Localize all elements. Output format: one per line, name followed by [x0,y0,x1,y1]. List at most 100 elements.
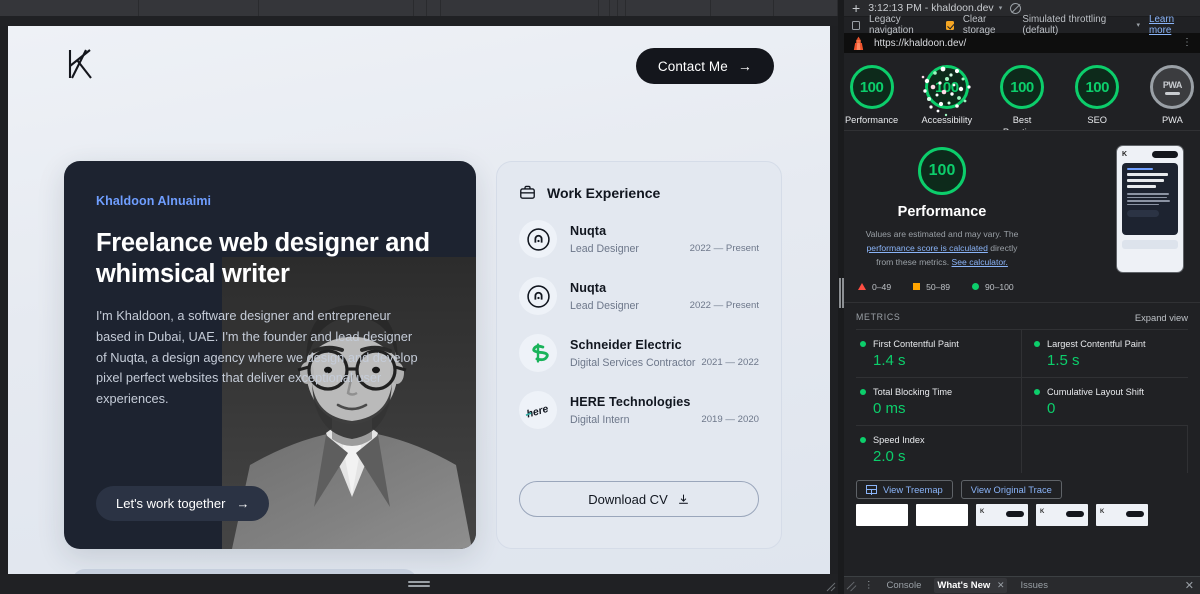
schneider-logo [519,334,557,372]
filmstrip-frame[interactable]: K [976,503,1028,526]
job-role: Lead Designer [570,299,639,312]
square-icon [913,283,921,291]
performance-score-calculated-link[interactable]: performance score is calculated [867,243,988,253]
drawer-tab-whats-new[interactable]: What's New ✕ [934,578,1008,593]
score-gauges: 100 Performance 100 Accessibility 100 Be… [844,53,1200,131]
clear-storage-checkbox[interactable] [945,20,954,30]
legend-average: 50–89 [913,282,950,292]
metric-speed-index[interactable]: Speed Index 2.0 s [856,424,1022,473]
briefcase-icon [520,185,535,199]
gauge-performance[interactable]: 100 Performance [844,65,899,127]
job-company: Schneider Electric [570,337,682,352]
metrics-title: METRICS [856,312,901,323]
gauge-score: 100 [924,65,969,109]
triangle-icon [858,283,866,291]
gauge-label: SEO [1087,115,1108,125]
page-viewport: Contact Me → Khaldoon Alnuaimi Freelance… [8,26,830,574]
svg-text:here: here [525,403,550,421]
new-report-button[interactable]: + [852,1,860,15]
download-cv-button[interactable]: Download CV [519,481,759,517]
drawer-menu-icon[interactable]: ⋮ [864,581,874,590]
status-dot-pass [860,436,866,443]
gauge-label: Accessibility [921,115,973,125]
performance-score-ring: 100 [918,147,966,195]
job-company: Nuqta [570,280,607,295]
expand-view-button[interactable]: Expand view [1135,312,1188,323]
gauge-best-practices[interactable]: 100 Best Practices [994,65,1049,130]
browser-toolbar [0,0,839,16]
see-calculator-link[interactable]: See calculator. [952,257,1008,267]
job-row-nuqta-2[interactable]: Nuqta Lead Designer 2022 — Present [519,277,759,315]
screenshot-filmstrip: K K K [844,499,1200,526]
job-dates: 2022 — Present [689,243,759,254]
close-icon[interactable]: ✕ [997,580,1005,590]
metric-placeholder [1022,424,1188,473]
job-dates: 2019 — 2020 [701,414,759,425]
drawer-close-icon[interactable]: ✕ [1185,579,1194,592]
hero-body-text: I'm Khaldoon, a software designer and en… [96,308,418,407]
metric-largest-contentful-paint[interactable]: Largest Contentful Paint 1.5 s [1022,328,1188,377]
metric-first-contentful-paint[interactable]: First Contentful Paint 1.4 s [856,328,1022,377]
metric-cumulative-layout-shift[interactable]: Cumulative Layout Shift 0 [1022,376,1188,425]
browser-viewport-pane: Contact Me → Khaldoon Alnuaimi Freelance… [0,0,839,594]
metrics-grid: First Contentful Paint 1.4 s Largest Con… [844,328,1200,473]
final-screenshot-preview: K [1116,145,1184,273]
job-company: Nuqta [570,223,607,238]
filmstrip-frame[interactable]: K [1036,503,1088,526]
filmstrip-frame[interactable] [916,503,968,526]
view-original-trace-label: View Original Trace [970,483,1052,495]
report-tab[interactable]: 3:12:13 PM - khaldoon.dev ▾ [868,2,1002,14]
preview-contact-button [1152,151,1178,158]
hero-cta-label: Let's work together [116,496,226,511]
preview-hero-card [1122,163,1178,235]
metric-value: 0 ms [873,399,906,417]
view-original-trace-button[interactable]: View Original Trace [960,479,1062,499]
overflow-menu-icon[interactable]: ⋮ [1182,38,1192,48]
nuqta-logo [519,277,557,315]
drawer-tab-issues[interactable]: Issues [1017,578,1050,593]
work-experience-title: Work Experience [547,184,661,201]
filmstrip-frame[interactable] [856,503,908,526]
audited-url: https://khaldoon.dev/ [874,37,967,49]
drawer-resize-handle[interactable] [846,581,857,592]
performance-summary: 100 Performance Values are estimated and… [844,131,1200,303]
legend-average-range: 50–89 [926,281,951,292]
job-company: HERE Technologies [570,394,691,409]
gauge-pwa[interactable]: PWA PWA [1145,65,1200,127]
preview-logo-icon: K [1122,151,1128,158]
learn-more-link[interactable]: Learn more [1149,14,1192,36]
legacy-navigation-label: Legacy navigation [869,14,914,36]
metric-total-blocking-time[interactable]: Total Blocking Time 0 ms [856,376,1022,425]
circle-icon [972,283,980,291]
k-monogram-logo[interactable] [64,46,98,87]
job-role: Digital Intern [570,413,630,426]
nuqta-logo [519,220,557,258]
lets-work-together-button[interactable]: Let's work together → [96,486,270,521]
metric-name: Total Blocking Time [873,386,953,397]
viewport-resize-handle[interactable] [408,581,430,587]
view-treemap-button[interactable]: View Treemap [856,479,953,499]
chevron-down-icon: ▾ [1136,22,1140,29]
legacy-navigation-checkbox[interactable] [852,20,861,30]
contact-me-button[interactable]: Contact Me → [635,48,774,84]
job-row-schneider[interactable]: Schneider Electric Digital Services Cont… [519,334,759,372]
arrow-right-icon: → [737,58,752,74]
arrow-right-icon: → [236,496,250,511]
metrics-header-row: METRICS Expand view [844,303,1200,329]
gauge-seo[interactable]: 100 SEO [1070,65,1125,127]
job-row-nuqta-1[interactable]: Nuqta Lead Designer 2022 — Present [519,220,759,258]
drawer-tab-console[interactable]: Console [884,578,925,593]
gauge-accessibility[interactable]: 100 Accessibility [919,65,974,127]
preview-eyebrow [1127,168,1153,170]
clear-icon[interactable] [1010,2,1022,14]
filmstrip-frame[interactable]: K [1096,503,1148,526]
throttling-select-label[interactable]: Simulated throttling (default) [1022,14,1127,36]
preview-work-card [1122,240,1178,249]
job-row-here[interactable]: here HERE Technologies Digital Intern 20… [519,391,759,429]
status-dot-pass [1034,388,1040,395]
contact-me-label: Contact Me [657,58,728,74]
window-resize-corner[interactable] [824,580,836,592]
metric-value: 2.0 s [873,447,906,465]
site-header: Contact Me → [8,26,830,106]
devtools-drawer: ⋮ Console What's New ✕ Issues ✕ [844,576,1200,594]
